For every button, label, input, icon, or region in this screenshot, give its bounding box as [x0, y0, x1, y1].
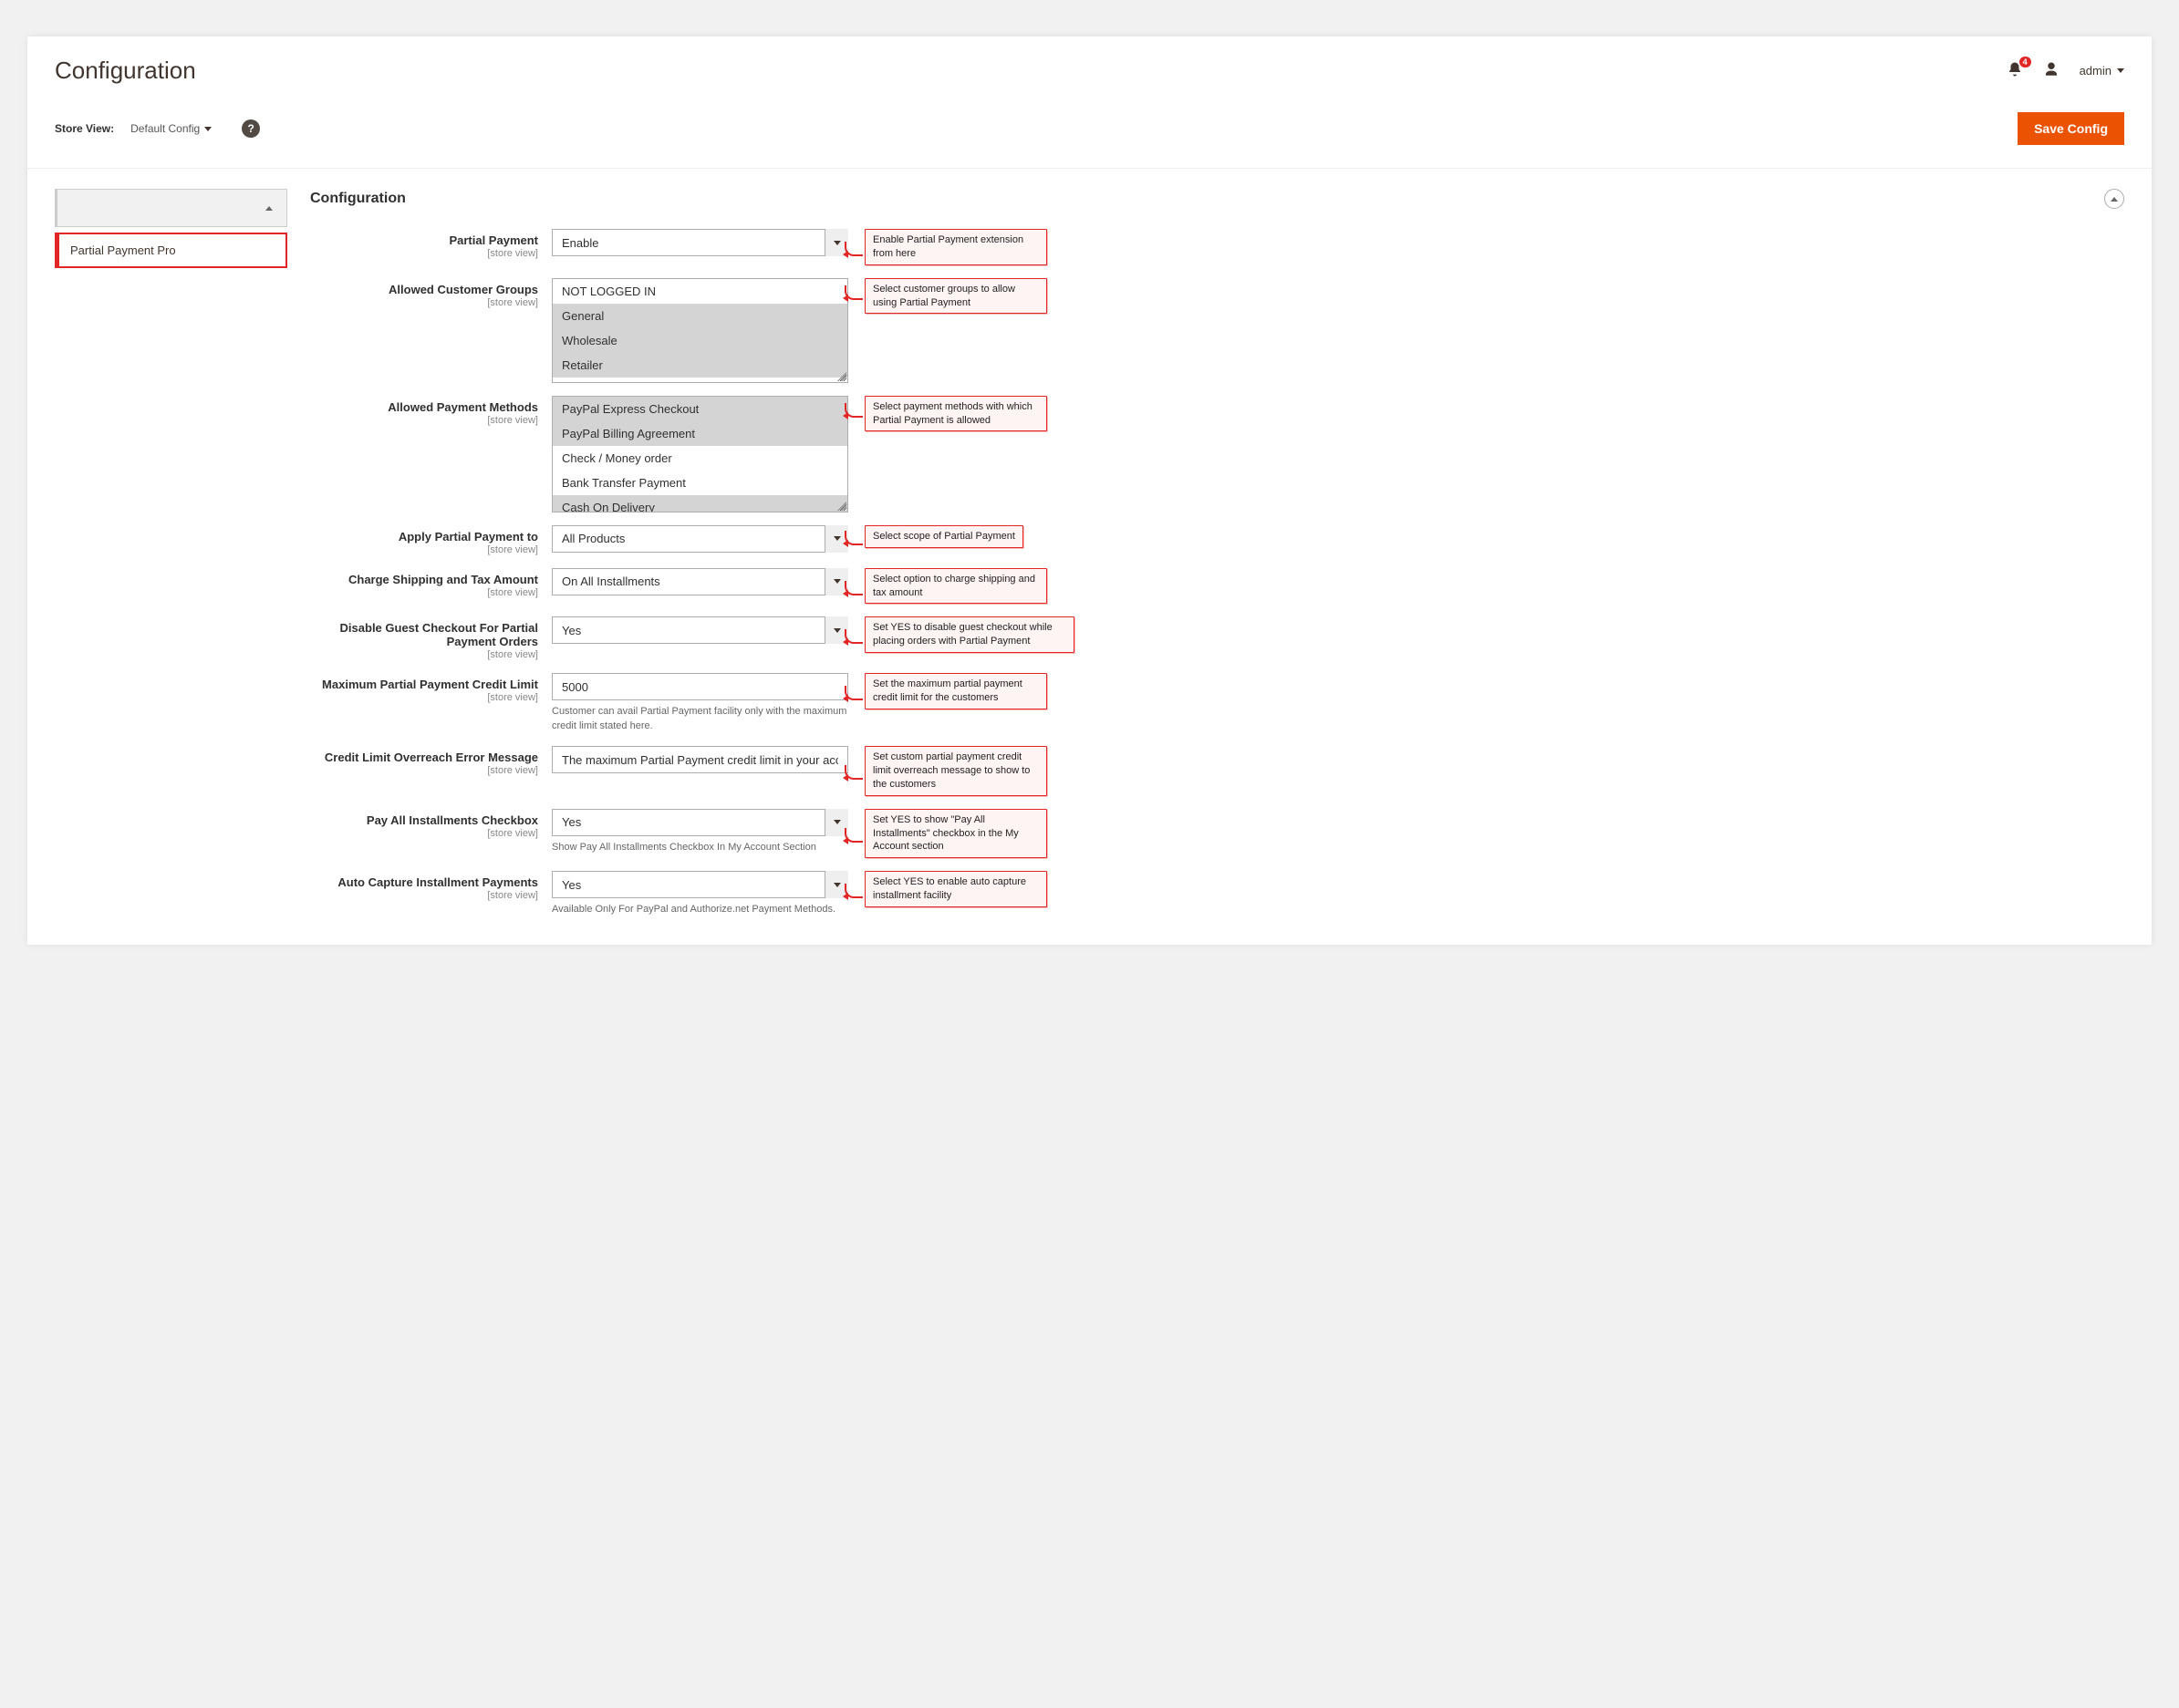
field-label: Allowed Customer Groups: [389, 283, 538, 296]
section-collapse-button[interactable]: [2104, 189, 2124, 209]
field-note: Available Only For PayPal and Authorize.…: [552, 903, 848, 916]
callout: Select scope of Partial Payment: [865, 525, 1023, 548]
field-scope: [store view]: [310, 890, 538, 901]
callout: Select YES to enable auto capture instal…: [865, 871, 1047, 907]
field-apply-to: Apply Partial Payment to [store view] Se…: [310, 525, 2124, 555]
sidebar: Partial Payment Pro: [55, 189, 287, 917]
field-label: Apply Partial Payment to: [399, 530, 538, 543]
multiselect-option[interactable]: Check / Money order: [553, 446, 847, 471]
admin-label: admin: [2080, 64, 2112, 78]
save-config-button[interactable]: Save Config: [2018, 112, 2124, 145]
chevron-down-icon: [204, 127, 212, 131]
callout: Enable Partial Payment extension from he…: [865, 229, 1047, 265]
field-scope: [store view]: [310, 415, 538, 426]
field-payment-methods: Allowed Payment Methods [store view] Pay…: [310, 396, 2124, 512]
page-card: Configuration 4 admin Store View: Defaul…: [27, 36, 2152, 945]
help-icon[interactable]: ?: [242, 119, 260, 138]
toolbar: Store View: Default Config ? Save Config: [27, 98, 2152, 169]
field-auto-capture: Auto Capture Installment Payments [store…: [310, 871, 2124, 916]
pay-all-select[interactable]: [552, 809, 848, 836]
toolbar-left: Store View: Default Config ?: [55, 119, 260, 138]
customer-groups-multiselect[interactable]: NOT LOGGED INGeneralWholesaleRetailer: [552, 278, 848, 383]
store-view-label: Store View:: [55, 122, 114, 135]
field-scope: [store view]: [310, 297, 538, 308]
callout: Set YES to disable guest checkout while …: [865, 616, 1074, 653]
multiselect-option[interactable]: Wholesale: [553, 328, 847, 353]
field-scope: [store view]: [310, 649, 538, 660]
field-label: Charge Shipping and Tax Amount: [348, 573, 538, 586]
field-customer-groups: Allowed Customer Groups [store view] NOT…: [310, 278, 2124, 383]
callout: Select option to charge shipping and tax…: [865, 568, 1047, 605]
section-header: Configuration: [310, 189, 2124, 209]
callout: Set custom partial payment credit limit …: [865, 746, 1047, 796]
multiselect-option[interactable]: NOT LOGGED IN: [553, 279, 847, 304]
field-scope: [store view]: [310, 692, 538, 703]
field-scope: [store view]: [310, 248, 538, 259]
admin-dropdown[interactable]: admin: [2080, 64, 2124, 78]
field-label: Allowed Payment Methods: [388, 400, 538, 414]
resize-handle-icon[interactable]: [837, 502, 846, 511]
store-view-value: Default Config: [130, 122, 200, 135]
callout: Set YES to show "Pay All Installments" c…: [865, 809, 1047, 859]
chevron-up-icon: [265, 206, 273, 211]
credit-limit-input[interactable]: [552, 673, 848, 700]
multiselect-option[interactable]: PayPal Billing Agreement: [553, 421, 847, 446]
chevron-down-icon: [2117, 68, 2124, 73]
store-view-select[interactable]: Default Config: [130, 122, 212, 135]
charge-shipping-select[interactable]: [552, 568, 848, 595]
section-title: Configuration: [310, 191, 406, 207]
field-scope: [store view]: [310, 587, 538, 598]
multiselect-option[interactable]: Bank Transfer Payment: [553, 471, 847, 495]
multiselect-option[interactable]: General: [553, 304, 847, 328]
resize-handle-icon[interactable]: [837, 372, 846, 381]
field-overreach-message: Credit Limit Overreach Error Message [st…: [310, 746, 2124, 796]
page-title: Configuration: [55, 57, 196, 85]
field-note: Customer can avail Partial Payment facil…: [552, 705, 848, 733]
overreach-message-input[interactable]: [552, 746, 848, 773]
field-label: Partial Payment: [449, 233, 538, 247]
field-label: Pay All Installments Checkbox: [367, 813, 538, 827]
field-scope: [store view]: [310, 765, 538, 776]
notification-badge: 4: [2019, 57, 2031, 67]
field-charge-shipping: Charge Shipping and Tax Amount [store vi…: [310, 568, 2124, 605]
payment-methods-multiselect[interactable]: PayPal Express CheckoutPayPal Billing Ag…: [552, 396, 848, 512]
notifications-button[interactable]: 4: [2007, 61, 2023, 80]
field-disable-guest: Disable Guest Checkout For Partial Payme…: [310, 616, 2124, 660]
content: Partial Payment Pro Configuration Partia…: [27, 169, 2152, 945]
partial-payment-select[interactable]: [552, 229, 848, 256]
multiselect-option[interactable]: PayPal Express Checkout: [553, 397, 847, 421]
field-credit-limit: Maximum Partial Payment Credit Limit [st…: [310, 673, 2124, 733]
user-icon: [2043, 61, 2060, 78]
callout: Select customer groups to allow using Pa…: [865, 278, 1047, 315]
disable-guest-select[interactable]: [552, 616, 848, 644]
main-panel: Configuration Partial Payment [store vie…: [310, 189, 2124, 917]
field-scope: [store view]: [310, 828, 538, 839]
header-actions: 4 admin: [2007, 61, 2124, 80]
field-label: Auto Capture Installment Payments: [337, 875, 538, 889]
field-scope: [store view]: [310, 544, 538, 555]
field-label: Credit Limit Overreach Error Message: [325, 750, 538, 764]
callout: Set the maximum partial payment credit l…: [865, 673, 1047, 709]
field-note: Show Pay All Installments Checkbox In My…: [552, 841, 848, 854]
multiselect-option[interactable]: Cash On Delivery: [553, 495, 847, 512]
chevron-up-icon: [2111, 197, 2118, 202]
auto-capture-select[interactable]: [552, 871, 848, 898]
field-partial-payment: Partial Payment [store view] Enable Part…: [310, 229, 2124, 265]
multiselect-option[interactable]: Retailer: [553, 353, 847, 378]
sidebar-tab-partial-payment-pro[interactable]: Partial Payment Pro: [55, 233, 287, 268]
field-label: Disable Guest Checkout For Partial Payme…: [340, 621, 538, 648]
page-header: Configuration 4 admin: [27, 36, 2152, 98]
sidebar-collapse-toggle[interactable]: [55, 189, 287, 227]
field-pay-all: Pay All Installments Checkbox [store vie…: [310, 809, 2124, 859]
callout: Select payment methods with which Partia…: [865, 396, 1047, 432]
apply-to-select[interactable]: [552, 525, 848, 553]
account-icon-button[interactable]: [2043, 61, 2060, 80]
field-label: Maximum Partial Payment Credit Limit: [322, 678, 538, 691]
